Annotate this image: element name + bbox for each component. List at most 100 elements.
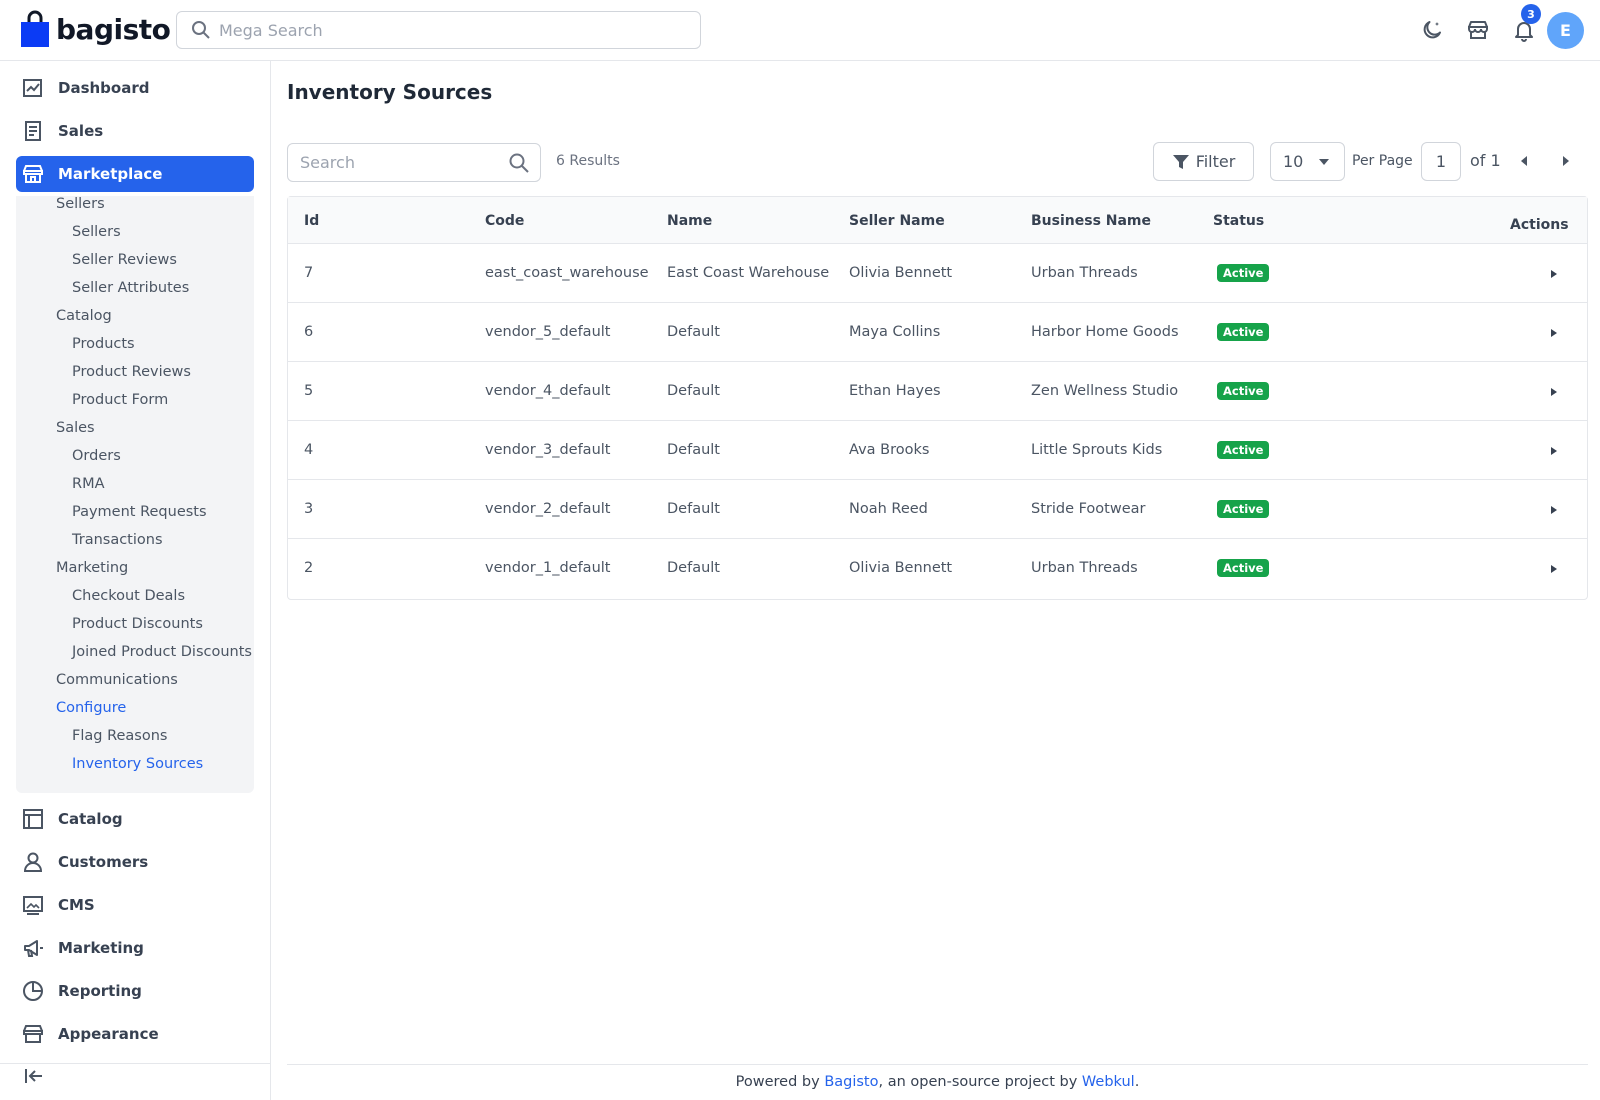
- filter-icon: [1172, 154, 1189, 169]
- row-action-button[interactable]: [1544, 559, 1564, 579]
- marketplace-icon: [23, 165, 43, 183]
- cell-id: 2: [304, 560, 314, 576]
- submenu-seller-reviews[interactable]: Seller Reviews: [72, 252, 177, 268]
- sidebar-item-appearance[interactable]: Appearance: [16, 1016, 254, 1052]
- sidebar-item-sales[interactable]: Sales: [16, 113, 254, 149]
- cell-name: Default: [667, 501, 720, 517]
- filter-button[interactable]: Filter: [1153, 142, 1254, 181]
- caret-right-icon: [1551, 388, 1557, 396]
- submenu-product-discounts[interactable]: Product Discounts: [72, 616, 203, 632]
- submenu-catalog[interactable]: Catalog: [56, 308, 112, 324]
- bagisto-link[interactable]: Bagisto: [824, 1074, 878, 1090]
- grid-search[interactable]: [287, 143, 541, 182]
- cell-code: vendor_2_default: [485, 501, 611, 517]
- submenu-products[interactable]: Products: [72, 336, 135, 352]
- table-row: 6 vendor_5_default Default Maya Collins …: [288, 303, 1587, 362]
- column-status[interactable]: Status: [1213, 213, 1264, 229]
- submenu-joined-product-discounts[interactable]: Joined Product Discounts: [72, 644, 252, 660]
- cell-name: Default: [667, 383, 720, 399]
- brand-logo[interactable]: bagisto: [20, 10, 171, 48]
- sidebar-item-label: Appearance: [58, 1025, 159, 1043]
- submenu-product-form[interactable]: Product Form: [72, 392, 168, 408]
- submenu-sellers-list[interactable]: Sellers: [72, 224, 121, 240]
- sidebar-item-label: Customers: [58, 853, 149, 871]
- submenu-sellers[interactable]: Sellers: [56, 196, 105, 212]
- cms-icon: [23, 896, 43, 915]
- sidebar-item-reporting[interactable]: Reporting: [16, 973, 254, 1009]
- cell-name: Default: [667, 442, 720, 458]
- cell-id: 5: [304, 383, 314, 399]
- collapse-sidebar-button[interactable]: [22, 1064, 46, 1088]
- visit-store-button[interactable]: [1464, 16, 1492, 44]
- submenu-rma[interactable]: RMA: [72, 476, 105, 492]
- row-action-button[interactable]: [1544, 264, 1564, 284]
- column-actions: Actions: [1510, 217, 1569, 233]
- table-header: Id Code Name Seller Name Business Name S…: [288, 197, 1587, 244]
- sidebar-item-dashboard[interactable]: Dashboard: [16, 70, 254, 106]
- sidebar-item-cms[interactable]: CMS: [16, 887, 254, 923]
- caret-right-icon: [1563, 156, 1569, 166]
- sidebar-item-label: Marketplace: [58, 165, 163, 183]
- sidebar-item-marketplace[interactable]: Marketplace: [16, 156, 254, 192]
- cell-code: vendor_3_default: [485, 442, 611, 458]
- mega-search[interactable]: [176, 11, 701, 49]
- cell-code: vendor_1_default: [485, 560, 611, 576]
- sales-icon: [25, 121, 41, 141]
- submenu-checkout-deals[interactable]: Checkout Deals: [72, 588, 185, 604]
- dark-mode-toggle[interactable]: [1418, 16, 1446, 44]
- column-code[interactable]: Code: [485, 213, 524, 229]
- search-icon[interactable]: [508, 152, 530, 174]
- cell-id: 7: [304, 265, 314, 281]
- column-name[interactable]: Name: [667, 213, 712, 229]
- status-badge: Active: [1217, 559, 1270, 577]
- sidebar-item-catalog[interactable]: Catalog: [16, 801, 254, 837]
- per-page-select[interactable]: 10: [1270, 142, 1345, 181]
- grid-search-input[interactable]: [300, 153, 500, 172]
- results-count: 6 Results: [556, 153, 620, 169]
- shopping-bag-icon: [20, 10, 50, 48]
- submenu-inventory-sources[interactable]: Inventory Sources: [72, 756, 203, 772]
- filter-label: Filter: [1195, 152, 1236, 171]
- submenu-sales[interactable]: Sales: [56, 420, 95, 436]
- next-page-button[interactable]: [1556, 151, 1576, 171]
- table-row: 4 vendor_3_default Default Ava Brooks Li…: [288, 421, 1587, 480]
- column-seller-name[interactable]: Seller Name: [849, 213, 945, 229]
- top-header: bagisto 3 E: [0, 0, 1600, 61]
- status-badge: Active: [1217, 323, 1270, 341]
- submenu-orders[interactable]: Orders: [72, 448, 121, 464]
- submenu-configure[interactable]: Configure: [56, 700, 126, 716]
- status-badge: Active: [1217, 382, 1270, 400]
- submenu-seller-attributes[interactable]: Seller Attributes: [72, 280, 189, 296]
- sidebar-item-marketing[interactable]: Marketing: [16, 930, 254, 966]
- cell-seller-name: Olivia Bennett: [849, 560, 953, 576]
- row-action-button[interactable]: [1544, 382, 1564, 402]
- cell-seller-name: Ava Brooks: [849, 442, 930, 458]
- cell-seller-name: Olivia Bennett: [849, 265, 953, 281]
- row-action-button[interactable]: [1544, 323, 1564, 343]
- column-business-name[interactable]: Business Name: [1031, 213, 1151, 229]
- cell-name: East Coast Warehouse: [667, 265, 830, 281]
- sidebar: Dashboard Sales Marketplace Sellers Sell…: [0, 61, 271, 1100]
- sidebar-item-customers[interactable]: Customers: [16, 844, 254, 880]
- submenu-payment-requests[interactable]: Payment Requests: [72, 504, 207, 520]
- appearance-icon: [23, 1025, 43, 1043]
- row-action-button[interactable]: [1544, 500, 1564, 520]
- mega-search-input[interactable]: [219, 20, 679, 40]
- previous-page-button[interactable]: [1514, 151, 1534, 171]
- cell-seller-name: Noah Reed: [849, 501, 928, 517]
- submenu-communications[interactable]: Communications: [56, 672, 178, 688]
- submenu-flag-reasons[interactable]: Flag Reasons: [72, 728, 167, 744]
- user-avatar[interactable]: E: [1547, 12, 1584, 49]
- cell-id: 6: [304, 324, 314, 340]
- store-icon: [1468, 21, 1488, 39]
- footer-divider: [287, 1064, 1588, 1065]
- submenu-marketing[interactable]: Marketing: [56, 560, 128, 576]
- page-number-input[interactable]: 1: [1421, 142, 1461, 181]
- row-action-button[interactable]: [1544, 441, 1564, 461]
- submenu-transactions[interactable]: Transactions: [72, 532, 163, 548]
- submenu-product-reviews[interactable]: Product Reviews: [72, 364, 191, 380]
- webkul-link[interactable]: Webkul: [1082, 1074, 1135, 1090]
- sidebar-item-label: CMS: [58, 896, 95, 914]
- column-id[interactable]: Id: [304, 213, 319, 229]
- caret-right-icon: [1551, 270, 1557, 278]
